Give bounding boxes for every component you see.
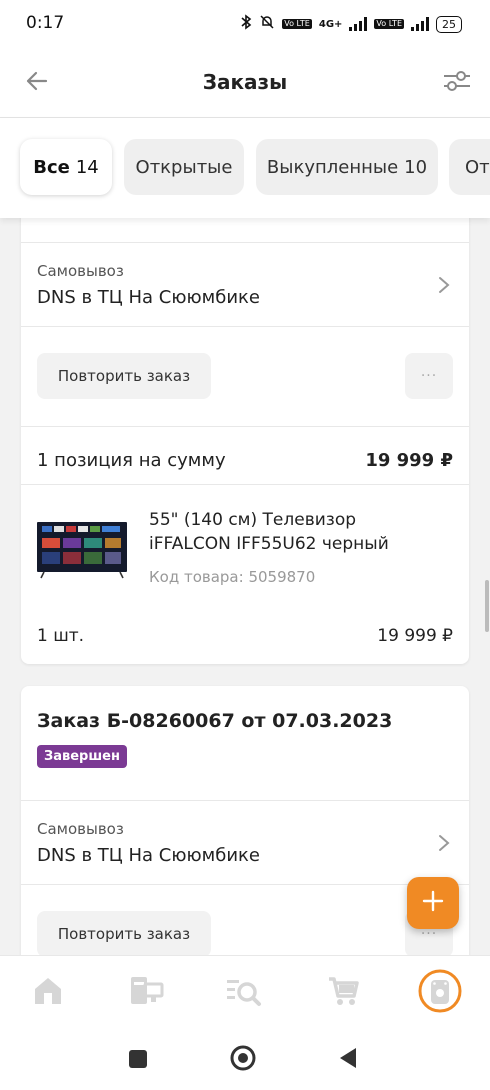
tab-redeemed-label: Выкупленные: [266, 156, 399, 178]
repeat-order-button[interactable]: Повторить заказ: [37, 353, 211, 399]
order-card-1: Самовывоз DNS в ТЦ На Сююмбике Повторить…: [21, 200, 469, 664]
nav-profile[interactable]: [417, 968, 463, 1018]
tab-cancelled-label: Отм: [465, 156, 490, 178]
volte-badge: Vo LTE: [282, 19, 312, 29]
back-triangle-icon[interactable]: [338, 1047, 358, 1073]
tab-all[interactable]: Все 14: [20, 139, 112, 195]
network-type: 4G+: [318, 18, 343, 30]
status-icons: Vo LTE 4G+ Vo LTE 25: [240, 14, 462, 34]
home-circle-icon[interactable]: [230, 1045, 256, 1075]
volte-badge-2: Vo LTE: [374, 19, 404, 29]
chevron-right-icon: [437, 275, 451, 295]
divider: [21, 426, 469, 427]
nav-cart[interactable]: [320, 970, 366, 1016]
product-price: 19 999 ₽: [377, 626, 453, 646]
product-name-line1: 55" (140 см) Телевизор: [149, 510, 357, 530]
status-bar: 0:17 Vo LTE 4G+ Vo LTE 25: [0, 0, 490, 48]
tab-redeemed-count: 10: [404, 156, 428, 178]
status-badge: Завершен: [37, 745, 127, 768]
nav-catalog[interactable]: [123, 970, 169, 1016]
product-code: Код товара: 5059870: [149, 568, 316, 586]
add-button[interactable]: [407, 877, 459, 929]
items-summary-total: 19 999 ₽: [365, 450, 453, 471]
store-name: DNS в ТЦ На Сююмбике: [37, 845, 260, 866]
tab-redeemed[interactable]: Выкупленные 10: [256, 139, 438, 195]
system-navigation-bar: [0, 1029, 490, 1090]
bluetooth-icon: [240, 14, 252, 34]
tab-open-label: Открытые: [135, 156, 233, 178]
product-thumbnail-tv: [37, 522, 127, 579]
order-filter-tabs: Все 14 Открытые Выкупленные 10 Отм: [0, 118, 490, 218]
tab-open[interactable]: Открытые: [124, 139, 244, 195]
items-summary-label: 1 позиция на сумму: [37, 450, 226, 471]
repeat-order-button[interactable]: Повторить заказ: [37, 911, 211, 957]
delivery-type-label: Самовывоз: [37, 820, 124, 838]
nav-home[interactable]: [25, 970, 71, 1016]
page-title: Заказы: [202, 70, 288, 94]
delivery-type-label: Самовывоз: [37, 262, 124, 280]
scrollbar[interactable]: [485, 580, 489, 632]
more-options-button[interactable]: ···: [405, 353, 453, 399]
recent-apps-icon[interactable]: [128, 1049, 148, 1073]
screen: { "status_bar": { "time": "0:17", "netwo…: [0, 0, 490, 1090]
pickup-row[interactable]: Самовывоз DNS в ТЦ На Сююмбике: [21, 800, 469, 884]
pickup-row[interactable]: Самовывоз DNS в ТЦ На Сююмбике: [21, 242, 469, 326]
tab-all-count: 14: [75, 156, 99, 178]
search-list-icon: [223, 974, 263, 1012]
product-quantity: 1 шт.: [37, 626, 85, 646]
tab-all-label: Все: [33, 156, 70, 178]
store-name: DNS в ТЦ На Сююмбике: [37, 287, 260, 308]
bottom-navigation: [0, 955, 490, 1029]
order-title[interactable]: Заказ Б-08260067 от 07.03.2023: [37, 710, 392, 732]
battery-icon: 25: [436, 15, 462, 33]
chevron-right-icon: [437, 833, 451, 853]
status-time: 0:17: [26, 13, 65, 33]
filter-sliders-icon[interactable]: [442, 68, 472, 94]
product-name-line2: iFFALCON IFF55U62 черный: [149, 534, 389, 554]
tab-cancelled[interactable]: Отм: [449, 139, 490, 195]
signal-icon-2: [411, 17, 429, 31]
cart-icon: [326, 974, 360, 1012]
divider: [21, 884, 469, 885]
home-icon: [31, 974, 65, 1012]
plus-icon: [421, 889, 445, 917]
order-item[interactable]: 55" (140 см) Телевизор iFFALCON IFF55U62…: [21, 484, 469, 664]
profile-icon: [417, 968, 463, 1018]
mute-icon: [259, 14, 275, 34]
divider: [21, 326, 469, 327]
app-header: Заказы: [0, 48, 490, 118]
catalog-icon: [127, 974, 165, 1012]
nav-search[interactable]: [220, 970, 266, 1016]
signal-icon: [349, 17, 368, 31]
product-name: 55" (140 см) Телевизор iFFALCON IFF55U62…: [149, 508, 389, 556]
order-card-2: Заказ Б-08260067 от 07.03.2023 Завершен …: [21, 686, 469, 986]
